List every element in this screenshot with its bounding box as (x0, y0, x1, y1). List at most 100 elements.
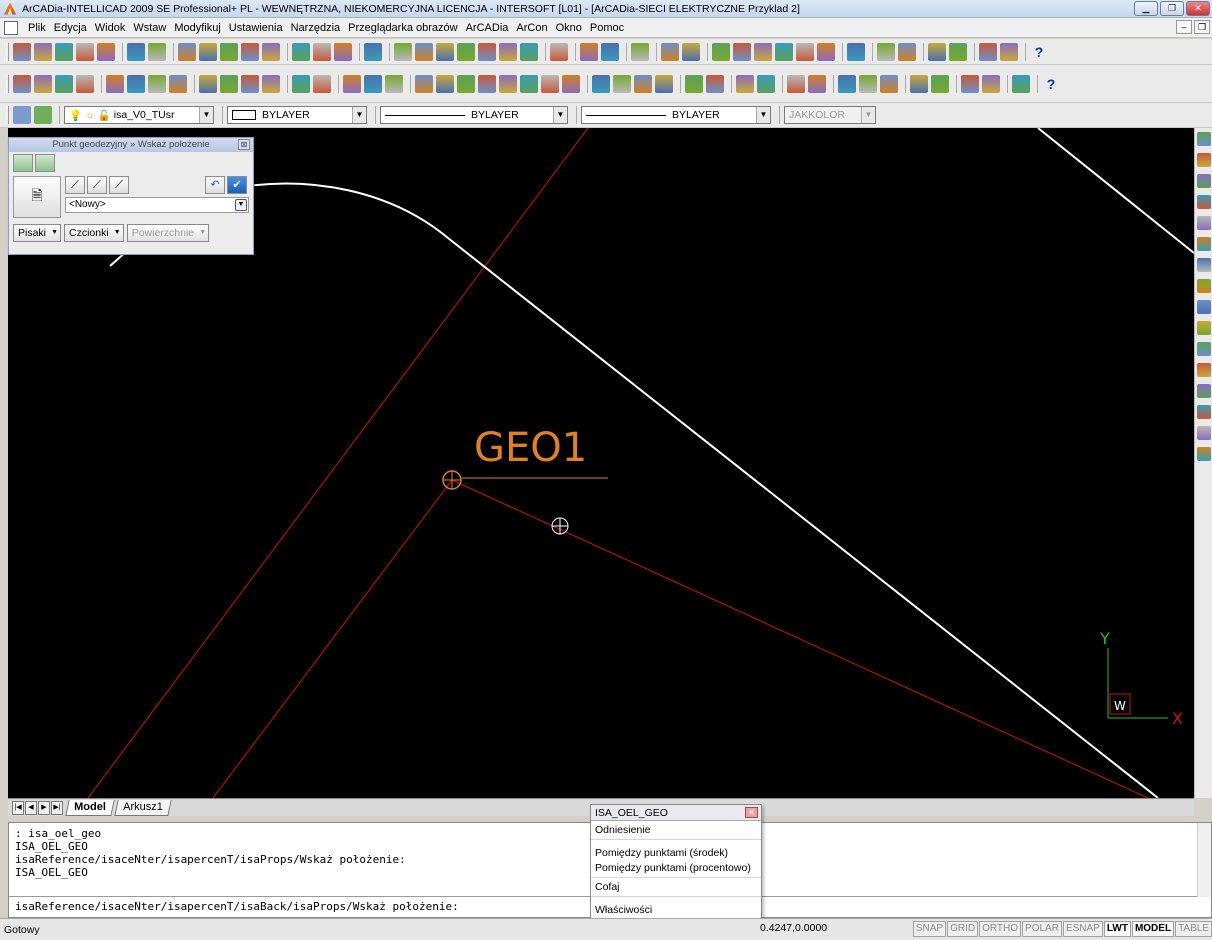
side-tool-icon[interactable] (1197, 174, 1211, 188)
side-tool-icon[interactable] (1197, 237, 1211, 251)
tool-icon[interactable] (796, 42, 814, 61)
make-layer-current-icon[interactable] (34, 106, 52, 124)
chevron-down-icon[interactable]: ▼ (199, 107, 213, 123)
lineweight-combo[interactable]: BYLAYER ▼ (581, 106, 771, 124)
tool-icon[interactable] (220, 42, 238, 61)
popup-item-odniesienie[interactable]: Odniesienie (591, 821, 761, 840)
tool-icon[interactable] (580, 42, 598, 61)
move-point-icon[interactable] (13, 154, 33, 172)
tool-icon[interactable] (499, 74, 517, 93)
side-tool-icon[interactable] (1197, 258, 1211, 272)
chevron-down-icon[interactable]: ▼ (235, 199, 247, 211)
tool-icon[interactable] (478, 74, 496, 93)
close-button[interactable]: ✕ (1186, 1, 1210, 16)
status-toggle-model[interactable]: MODEL (1131, 921, 1175, 937)
tool-icon[interactable] (787, 74, 805, 93)
tool-icon[interactable] (1000, 42, 1018, 61)
tool-icon[interactable] (241, 42, 259, 61)
tool-icon[interactable] (241, 74, 259, 93)
tool-icon[interactable] (859, 74, 877, 93)
chevron-down-icon[interactable]: ▼ (861, 107, 875, 123)
popup-close-button[interactable]: ✕ (745, 807, 758, 818)
tool-icon[interactable] (436, 74, 454, 93)
menu-arcadia[interactable]: ArCADia (462, 22, 513, 34)
tool-icon[interactable] (127, 74, 145, 93)
tool-icon[interactable] (334, 42, 352, 61)
status-toggle-grid[interactable]: GRID (947, 921, 979, 937)
help-icon[interactable]: ? (1030, 43, 1048, 61)
tool-icon[interactable] (76, 74, 94, 93)
tool-icon[interactable] (520, 42, 538, 61)
tool-icon[interactable] (979, 42, 997, 61)
czcionki-dropdown[interactable]: Czcionki ▼ (64, 224, 124, 242)
status-toggle-lwt[interactable]: LWT (1103, 921, 1131, 937)
first-tab-icon[interactable]: |◀ (12, 800, 24, 815)
status-toggle-polar[interactable]: POLAR (1022, 921, 1062, 937)
layer-manager-icon[interactable] (13, 106, 31, 124)
panel-title-bar[interactable]: Punkt geodezyjny » Wskaż położenie ⊠ (9, 138, 253, 152)
tool-icon[interactable] (712, 42, 730, 61)
popup-item-cofaj[interactable]: Cofaj (591, 878, 761, 897)
tool-icon[interactable] (706, 74, 724, 93)
undo-icon[interactable]: ↶ (205, 176, 225, 194)
insert-point-icon[interactable] (35, 154, 55, 172)
layer-combo[interactable]: 💡 ☼ 🔓 isa_V0_TUsr ▼ (64, 106, 214, 124)
command-scrollbar[interactable] (1197, 823, 1211, 897)
side-tool-icon[interactable] (1197, 342, 1211, 356)
side-tool-icon[interactable] (1197, 153, 1211, 167)
status-toggle-ortho[interactable]: ORTHO (979, 921, 1022, 937)
tool-icon[interactable] (910, 74, 928, 93)
side-tool-icon[interactable] (1197, 384, 1211, 398)
menu-modyfikuj[interactable]: Modyfikuj (170, 22, 224, 34)
menu-ustawienia[interactable]: Ustawienia (225, 22, 287, 34)
side-tool-icon[interactable] (1197, 195, 1211, 209)
tool-icon[interactable] (313, 74, 331, 93)
side-tool-icon[interactable] (1197, 321, 1211, 335)
prev-tab-icon[interactable]: ◀ (25, 800, 37, 815)
tool-icon[interactable] (457, 42, 475, 61)
tool-icon[interactable] (631, 42, 649, 61)
tool-icon[interactable] (775, 42, 793, 61)
menu-pomoc[interactable]: Pomoc (586, 22, 628, 34)
tool-icon[interactable] (562, 74, 580, 93)
last-tab-icon[interactable]: ▶| (51, 800, 63, 815)
tool-icon[interactable] (520, 74, 538, 93)
tool-icon[interactable] (685, 74, 703, 93)
side-tool-icon[interactable] (1197, 132, 1211, 146)
tool-icon[interactable] (394, 42, 412, 61)
tool-icon[interactable] (592, 74, 610, 93)
point-between-icon[interactable]: ⟋ (87, 176, 107, 194)
tool-icon[interactable] (292, 74, 310, 93)
menu-edycja[interactable]: Edycja (50, 22, 91, 34)
tool-icon[interactable] (877, 42, 895, 61)
tool-icon[interactable] (436, 42, 454, 61)
tool-icon[interactable] (13, 74, 31, 93)
tool-icon[interactable] (127, 42, 145, 61)
status-toggle-snap[interactable]: SNAP (912, 921, 947, 937)
tool-icon[interactable] (148, 42, 166, 61)
status-toggle-esnap[interactable]: ESNAP (1062, 921, 1103, 937)
tool-icon[interactable] (364, 74, 382, 93)
tool-icon[interactable] (982, 74, 1000, 93)
tool-icon[interactable] (343, 74, 361, 93)
tool-icon[interactable] (931, 74, 949, 93)
tool-icon[interactable] (97, 42, 115, 61)
tool-icon[interactable] (76, 42, 94, 61)
chevron-down-icon[interactable]: ▼ (553, 107, 567, 123)
chevron-down-icon[interactable]: ▼ (352, 107, 366, 123)
tab-arkusz1[interactable]: Arkusz1 (114, 799, 172, 816)
tool-icon[interactable] (262, 42, 280, 61)
tool-icon[interactable] (757, 74, 775, 93)
tool-icon[interactable] (754, 42, 772, 61)
popup-item-procentowo[interactable]: Pomiędzy punktami (procentowo) (591, 859, 761, 878)
tool-icon[interactable] (898, 42, 916, 61)
menu-plik[interactable]: Plik (24, 22, 50, 34)
point-name-combo[interactable]: <Nowy> ▼ (65, 197, 249, 213)
menu-arcon[interactable]: ArCon (512, 22, 551, 34)
tool-icon[interactable] (478, 42, 496, 61)
tool-icon[interactable] (733, 42, 751, 61)
next-tab-icon[interactable]: ▶ (38, 800, 50, 815)
help-icon[interactable]: ? (1042, 75, 1060, 93)
toolbar-grip[interactable] (6, 106, 9, 124)
side-tool-icon[interactable] (1197, 426, 1211, 440)
